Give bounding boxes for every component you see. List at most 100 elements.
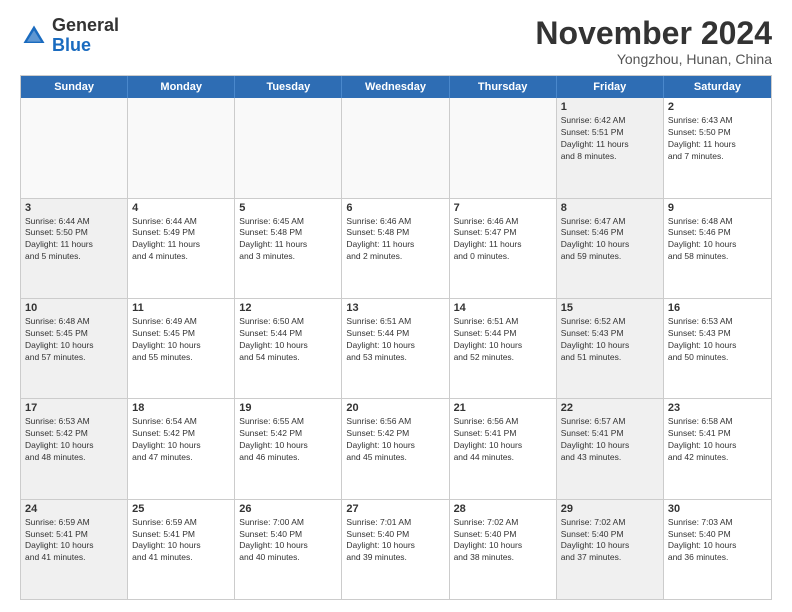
header-day: Tuesday	[235, 76, 342, 98]
header-day: Friday	[557, 76, 664, 98]
day-info: Sunrise: 6:43 AM Sunset: 5:50 PM Dayligh…	[668, 115, 767, 163]
calendar-cell: 28 Sunrise: 7:02 AM Sunset: 5:40 PM Dayli…	[450, 500, 557, 599]
calendar-row: 1Sunrise: 6:42 AM Sunset: 5:51 PM Daylig…	[21, 98, 771, 197]
logo-text: General Blue	[52, 16, 119, 56]
calendar-cell: 10Sunrise: 6:48 AM Sunset: 5:45 PM Dayli…	[21, 299, 128, 398]
calendar-cell: 1Sunrise: 6:42 AM Sunset: 5:51 PM Daylig…	[557, 98, 664, 197]
day-info: Sunrise: 6:47 AM Sunset: 5:46 PM Dayligh…	[561, 216, 659, 264]
day-number: 15	[561, 302, 659, 314]
day-number: 18	[132, 402, 230, 414]
day-info: Sunrise: 6:46 AM Sunset: 5:48 PM Dayligh…	[346, 216, 444, 264]
day-info: Sunrise: 6:58 AM Sunset: 5:41 PM Dayligh…	[668, 416, 767, 464]
day-info: Sunrise: 6:49 AM Sunset: 5:45 PM Dayligh…	[132, 316, 230, 364]
day-info: Sunrise: 6:45 AM Sunset: 5:48 PM Dayligh…	[239, 216, 337, 264]
title-area: November 2024 Yongzhou, Hunan, China	[535, 16, 772, 67]
day-number: 28	[454, 503, 552, 515]
day-info: Sunrise: 6:50 AM Sunset: 5:44 PM Dayligh…	[239, 316, 337, 364]
day-info: Sunrise: 6:51 AM Sunset: 5:44 PM Dayligh…	[454, 316, 552, 364]
day-info: Sunrise: 7:02 AM Sunset: 5:40 PM Dayligh…	[454, 517, 552, 565]
day-number: 23	[668, 402, 767, 414]
calendar-row: 10Sunrise: 6:48 AM Sunset: 5:45 PM Dayli…	[21, 298, 771, 398]
day-info: Sunrise: 6:42 AM Sunset: 5:51 PM Dayligh…	[561, 115, 659, 163]
day-info: Sunrise: 6:48 AM Sunset: 5:45 PM Dayligh…	[25, 316, 123, 364]
calendar-cell: 15Sunrise: 6:52 AM Sunset: 5:43 PM Dayli…	[557, 299, 664, 398]
calendar-cell: 29Sunrise: 7:02 AM Sunset: 5:40 PM Dayli…	[557, 500, 664, 599]
day-number: 11	[132, 302, 230, 314]
header-day: Monday	[128, 76, 235, 98]
calendar-header: SundayMondayTuesdayWednesdayThursdayFrid…	[21, 76, 771, 98]
day-number: 22	[561, 402, 659, 414]
day-info: Sunrise: 6:54 AM Sunset: 5:42 PM Dayligh…	[132, 416, 230, 464]
calendar-cell: 17 Sunrise: 6:53 AM Sunset: 5:42 PM Dayli…	[21, 399, 128, 498]
day-number: 19	[239, 402, 337, 414]
day-info: Sunrise: 7:01 AM Sunset: 5:40 PM Dayligh…	[346, 517, 444, 565]
day-number: 16	[668, 302, 767, 314]
day-info: Sunrise: 6:46 AM Sunset: 5:47 PM Dayligh…	[454, 216, 552, 264]
day-info: Sunrise: 6:51 AM Sunset: 5:44 PM Dayligh…	[346, 316, 444, 364]
day-info: Sunrise: 6:44 AM Sunset: 5:49 PM Dayligh…	[132, 216, 230, 264]
day-info: Sunrise: 6:53 AM Sunset: 5:42 PM Dayligh…	[25, 416, 123, 464]
calendar-row: 17 Sunrise: 6:53 AM Sunset: 5:42 PM Dayli…	[21, 398, 771, 498]
day-number: 8	[561, 202, 659, 214]
header-day: Wednesday	[342, 76, 449, 98]
day-number: 29	[561, 503, 659, 515]
day-info: Sunrise: 6:55 AM Sunset: 5:42 PM Dayligh…	[239, 416, 337, 464]
calendar-cell: 9Sunrise: 6:48 AM Sunset: 5:46 PM Daylig…	[664, 199, 771, 298]
calendar-cell: 30Sunrise: 7:03 AM Sunset: 5:40 PM Dayli…	[664, 500, 771, 599]
day-number: 21	[454, 402, 552, 414]
calendar-cell: 14 Sunrise: 6:51 AM Sunset: 5:44 PM Dayli…	[450, 299, 557, 398]
day-info: Sunrise: 6:56 AM Sunset: 5:42 PM Dayligh…	[346, 416, 444, 464]
day-info: Sunrise: 6:56 AM Sunset: 5:41 PM Dayligh…	[454, 416, 552, 464]
calendar-cell: 8 Sunrise: 6:47 AM Sunset: 5:46 PM Daylig…	[557, 199, 664, 298]
day-info: Sunrise: 7:03 AM Sunset: 5:40 PM Dayligh…	[668, 517, 767, 565]
calendar: SundayMondayTuesdayWednesdayThursdayFrid…	[20, 75, 772, 600]
day-number: 25	[132, 503, 230, 515]
page: General Blue November 2024 Yongzhou, Hun…	[0, 0, 792, 612]
calendar-cell: 23 Sunrise: 6:58 AM Sunset: 5:41 PM Dayli…	[664, 399, 771, 498]
day-number: 5	[239, 202, 337, 214]
calendar-cell: 2 Sunrise: 6:43 AM Sunset: 5:50 PM Daylig…	[664, 98, 771, 197]
day-number: 3	[25, 202, 123, 214]
calendar-cell: 27Sunrise: 7:01 AM Sunset: 5:40 PM Dayli…	[342, 500, 449, 599]
day-number: 4	[132, 202, 230, 214]
day-info: Sunrise: 6:48 AM Sunset: 5:46 PM Dayligh…	[668, 216, 767, 264]
logo-icon	[20, 22, 48, 50]
calendar-cell: 5 Sunrise: 6:45 AM Sunset: 5:48 PM Daylig…	[235, 199, 342, 298]
calendar-cell: 13Sunrise: 6:51 AM Sunset: 5:44 PM Dayli…	[342, 299, 449, 398]
day-number: 26	[239, 503, 337, 515]
calendar-cell: 7 Sunrise: 6:46 AM Sunset: 5:47 PM Daylig…	[450, 199, 557, 298]
day-number: 7	[454, 202, 552, 214]
day-info: Sunrise: 6:59 AM Sunset: 5:41 PM Dayligh…	[132, 517, 230, 565]
calendar-cell: 25 Sunrise: 6:59 AM Sunset: 5:41 PM Dayli…	[128, 500, 235, 599]
logo: General Blue	[20, 16, 119, 56]
calendar-cell: 24Sunrise: 6:59 AM Sunset: 5:41 PM Dayli…	[21, 500, 128, 599]
month-title: November 2024	[535, 16, 772, 51]
day-number: 2	[668, 101, 767, 113]
day-number: 17	[25, 402, 123, 414]
calendar-cell: 19 Sunrise: 6:55 AM Sunset: 5:42 PM Dayli…	[235, 399, 342, 498]
day-info: Sunrise: 7:00 AM Sunset: 5:40 PM Dayligh…	[239, 517, 337, 565]
calendar-cell: 22 Sunrise: 6:57 AM Sunset: 5:41 PM Dayli…	[557, 399, 664, 498]
calendar-row: 3Sunrise: 6:44 AM Sunset: 5:50 PM Daylig…	[21, 198, 771, 298]
day-number: 6	[346, 202, 444, 214]
calendar-cell: 26 Sunrise: 7:00 AM Sunset: 5:40 PM Dayli…	[235, 500, 342, 599]
calendar-cell: 12 Sunrise: 6:50 AM Sunset: 5:44 PM Dayli…	[235, 299, 342, 398]
header-day: Sunday	[21, 76, 128, 98]
logo-blue: Blue	[52, 35, 91, 55]
calendar-cell: 18 Sunrise: 6:54 AM Sunset: 5:42 PM Dayli…	[128, 399, 235, 498]
calendar-cell: 3Sunrise: 6:44 AM Sunset: 5:50 PM Daylig…	[21, 199, 128, 298]
day-number: 12	[239, 302, 337, 314]
day-info: Sunrise: 6:57 AM Sunset: 5:41 PM Dayligh…	[561, 416, 659, 464]
header-day: Saturday	[664, 76, 771, 98]
header: General Blue November 2024 Yongzhou, Hun…	[20, 16, 772, 67]
calendar-cell: 21 Sunrise: 6:56 AM Sunset: 5:41 PM Dayli…	[450, 399, 557, 498]
logo-general: General	[52, 15, 119, 35]
day-number: 14	[454, 302, 552, 314]
day-number: 20	[346, 402, 444, 414]
day-number: 24	[25, 503, 123, 515]
calendar-cell	[21, 98, 128, 197]
calendar-cell	[128, 98, 235, 197]
calendar-cell: 20 Sunrise: 6:56 AM Sunset: 5:42 PM Dayli…	[342, 399, 449, 498]
calendar-cell: 6 Sunrise: 6:46 AM Sunset: 5:48 PM Daylig…	[342, 199, 449, 298]
calendar-cell	[450, 98, 557, 197]
